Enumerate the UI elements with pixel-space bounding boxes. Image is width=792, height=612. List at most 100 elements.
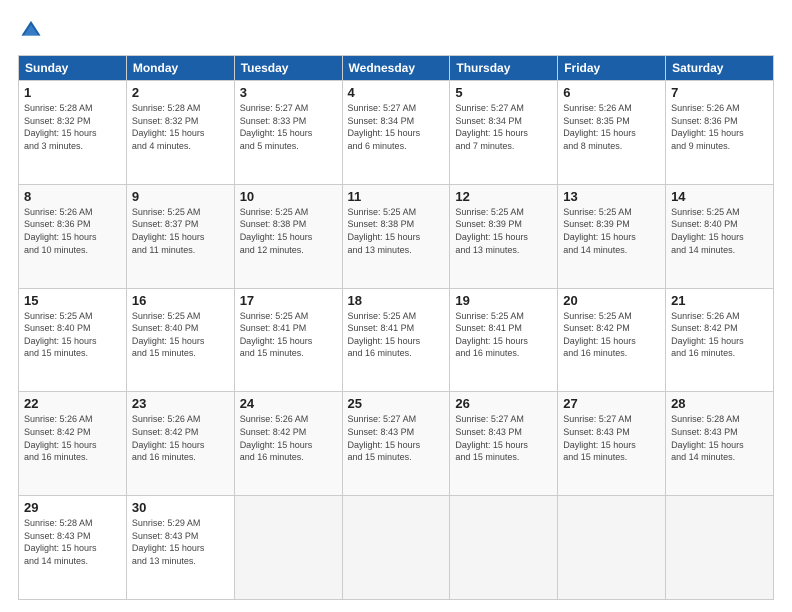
- day-info: Sunrise: 5:25 AMSunset: 8:38 PMDaylight:…: [240, 206, 337, 256]
- day-info: Sunrise: 5:28 AMSunset: 8:32 PMDaylight:…: [24, 102, 121, 152]
- day-number: 4: [348, 85, 445, 100]
- day-cell-1: 1 Sunrise: 5:28 AMSunset: 8:32 PMDayligh…: [19, 81, 127, 185]
- logo: [18, 18, 44, 45]
- day-number: 29: [24, 500, 121, 515]
- day-cell-20: 20 Sunrise: 5:25 AMSunset: 8:42 PMDaylig…: [558, 288, 666, 392]
- day-number: 6: [563, 85, 660, 100]
- day-info: Sunrise: 5:25 AMSunset: 8:41 PMDaylight:…: [455, 310, 552, 360]
- day-cell-24: 24 Sunrise: 5:26 AMSunset: 8:42 PMDaylig…: [234, 392, 342, 496]
- day-info: Sunrise: 5:25 AMSunset: 8:41 PMDaylight:…: [240, 310, 337, 360]
- header-day-saturday: Saturday: [666, 56, 774, 81]
- day-number: 14: [671, 189, 768, 204]
- day-number: 10: [240, 189, 337, 204]
- day-cell-21: 21 Sunrise: 5:26 AMSunset: 8:42 PMDaylig…: [666, 288, 774, 392]
- day-cell-5: 5 Sunrise: 5:27 AMSunset: 8:34 PMDayligh…: [450, 81, 558, 185]
- week-row-1: 1 Sunrise: 5:28 AMSunset: 8:32 PMDayligh…: [19, 81, 774, 185]
- day-number: 28: [671, 396, 768, 411]
- day-cell-28: 28 Sunrise: 5:28 AMSunset: 8:43 PMDaylig…: [666, 392, 774, 496]
- day-cell-14: 14 Sunrise: 5:25 AMSunset: 8:40 PMDaylig…: [666, 184, 774, 288]
- day-cell-22: 22 Sunrise: 5:26 AMSunset: 8:42 PMDaylig…: [19, 392, 127, 496]
- empty-cell: [558, 496, 666, 600]
- day-info: Sunrise: 5:26 AMSunset: 8:42 PMDaylight:…: [671, 310, 768, 360]
- day-info: Sunrise: 5:25 AMSunset: 8:39 PMDaylight:…: [563, 206, 660, 256]
- week-row-2: 8 Sunrise: 5:26 AMSunset: 8:36 PMDayligh…: [19, 184, 774, 288]
- day-cell-8: 8 Sunrise: 5:26 AMSunset: 8:36 PMDayligh…: [19, 184, 127, 288]
- day-number: 22: [24, 396, 121, 411]
- day-number: 2: [132, 85, 229, 100]
- day-cell-11: 11 Sunrise: 5:25 AMSunset: 8:38 PMDaylig…: [342, 184, 450, 288]
- day-info: Sunrise: 5:25 AMSunset: 8:40 PMDaylight:…: [671, 206, 768, 256]
- day-number: 17: [240, 293, 337, 308]
- day-number: 3: [240, 85, 337, 100]
- day-number: 5: [455, 85, 552, 100]
- day-info: Sunrise: 5:27 AMSunset: 8:33 PMDaylight:…: [240, 102, 337, 152]
- calendar-header-row: SundayMondayTuesdayWednesdayThursdayFrid…: [19, 56, 774, 81]
- day-info: Sunrise: 5:26 AMSunset: 8:42 PMDaylight:…: [132, 413, 229, 463]
- day-cell-30: 30 Sunrise: 5:29 AMSunset: 8:43 PMDaylig…: [126, 496, 234, 600]
- day-cell-25: 25 Sunrise: 5:27 AMSunset: 8:43 PMDaylig…: [342, 392, 450, 496]
- header-day-tuesday: Tuesday: [234, 56, 342, 81]
- day-cell-23: 23 Sunrise: 5:26 AMSunset: 8:42 PMDaylig…: [126, 392, 234, 496]
- day-number: 11: [348, 189, 445, 204]
- day-cell-15: 15 Sunrise: 5:25 AMSunset: 8:40 PMDaylig…: [19, 288, 127, 392]
- day-cell-2: 2 Sunrise: 5:28 AMSunset: 8:32 PMDayligh…: [126, 81, 234, 185]
- day-number: 26: [455, 396, 552, 411]
- day-number: 9: [132, 189, 229, 204]
- week-row-4: 22 Sunrise: 5:26 AMSunset: 8:42 PMDaylig…: [19, 392, 774, 496]
- day-number: 23: [132, 396, 229, 411]
- day-info: Sunrise: 5:25 AMSunset: 8:39 PMDaylight:…: [455, 206, 552, 256]
- day-cell-10: 10 Sunrise: 5:25 AMSunset: 8:38 PMDaylig…: [234, 184, 342, 288]
- day-info: Sunrise: 5:29 AMSunset: 8:43 PMDaylight:…: [132, 517, 229, 567]
- day-info: Sunrise: 5:27 AMSunset: 8:34 PMDaylight:…: [455, 102, 552, 152]
- day-info: Sunrise: 5:27 AMSunset: 8:43 PMDaylight:…: [455, 413, 552, 463]
- day-cell-18: 18 Sunrise: 5:25 AMSunset: 8:41 PMDaylig…: [342, 288, 450, 392]
- day-info: Sunrise: 5:25 AMSunset: 8:40 PMDaylight:…: [24, 310, 121, 360]
- empty-cell: [234, 496, 342, 600]
- day-number: 25: [348, 396, 445, 411]
- day-info: Sunrise: 5:25 AMSunset: 8:38 PMDaylight:…: [348, 206, 445, 256]
- day-cell-7: 7 Sunrise: 5:26 AMSunset: 8:36 PMDayligh…: [666, 81, 774, 185]
- day-cell-13: 13 Sunrise: 5:25 AMSunset: 8:39 PMDaylig…: [558, 184, 666, 288]
- logo-icon: [20, 18, 42, 40]
- day-number: 7: [671, 85, 768, 100]
- empty-cell: [666, 496, 774, 600]
- header-day-monday: Monday: [126, 56, 234, 81]
- header-day-friday: Friday: [558, 56, 666, 81]
- day-info: Sunrise: 5:26 AMSunset: 8:35 PMDaylight:…: [563, 102, 660, 152]
- empty-cell: [342, 496, 450, 600]
- day-number: 15: [24, 293, 121, 308]
- day-cell-3: 3 Sunrise: 5:27 AMSunset: 8:33 PMDayligh…: [234, 81, 342, 185]
- day-number: 16: [132, 293, 229, 308]
- day-info: Sunrise: 5:26 AMSunset: 8:42 PMDaylight:…: [24, 413, 121, 463]
- day-cell-19: 19 Sunrise: 5:25 AMSunset: 8:41 PMDaylig…: [450, 288, 558, 392]
- page: SundayMondayTuesdayWednesdayThursdayFrid…: [0, 0, 792, 612]
- day-number: 21: [671, 293, 768, 308]
- day-info: Sunrise: 5:25 AMSunset: 8:41 PMDaylight:…: [348, 310, 445, 360]
- day-cell-6: 6 Sunrise: 5:26 AMSunset: 8:35 PMDayligh…: [558, 81, 666, 185]
- day-number: 1: [24, 85, 121, 100]
- day-number: 8: [24, 189, 121, 204]
- day-info: Sunrise: 5:27 AMSunset: 8:34 PMDaylight:…: [348, 102, 445, 152]
- day-cell-29: 29 Sunrise: 5:28 AMSunset: 8:43 PMDaylig…: [19, 496, 127, 600]
- day-info: Sunrise: 5:25 AMSunset: 8:42 PMDaylight:…: [563, 310, 660, 360]
- day-info: Sunrise: 5:28 AMSunset: 8:43 PMDaylight:…: [24, 517, 121, 567]
- day-info: Sunrise: 5:28 AMSunset: 8:32 PMDaylight:…: [132, 102, 229, 152]
- day-cell-4: 4 Sunrise: 5:27 AMSunset: 8:34 PMDayligh…: [342, 81, 450, 185]
- day-info: Sunrise: 5:27 AMSunset: 8:43 PMDaylight:…: [348, 413, 445, 463]
- day-number: 13: [563, 189, 660, 204]
- day-info: Sunrise: 5:26 AMSunset: 8:42 PMDaylight:…: [240, 413, 337, 463]
- week-row-3: 15 Sunrise: 5:25 AMSunset: 8:40 PMDaylig…: [19, 288, 774, 392]
- header: [18, 18, 774, 45]
- week-row-5: 29 Sunrise: 5:28 AMSunset: 8:43 PMDaylig…: [19, 496, 774, 600]
- header-day-thursday: Thursday: [450, 56, 558, 81]
- day-info: Sunrise: 5:25 AMSunset: 8:37 PMDaylight:…: [132, 206, 229, 256]
- day-number: 24: [240, 396, 337, 411]
- day-cell-16: 16 Sunrise: 5:25 AMSunset: 8:40 PMDaylig…: [126, 288, 234, 392]
- day-cell-9: 9 Sunrise: 5:25 AMSunset: 8:37 PMDayligh…: [126, 184, 234, 288]
- day-info: Sunrise: 5:26 AMSunset: 8:36 PMDaylight:…: [24, 206, 121, 256]
- header-day-sunday: Sunday: [19, 56, 127, 81]
- empty-cell: [450, 496, 558, 600]
- day-cell-27: 27 Sunrise: 5:27 AMSunset: 8:43 PMDaylig…: [558, 392, 666, 496]
- day-number: 27: [563, 396, 660, 411]
- day-info: Sunrise: 5:27 AMSunset: 8:43 PMDaylight:…: [563, 413, 660, 463]
